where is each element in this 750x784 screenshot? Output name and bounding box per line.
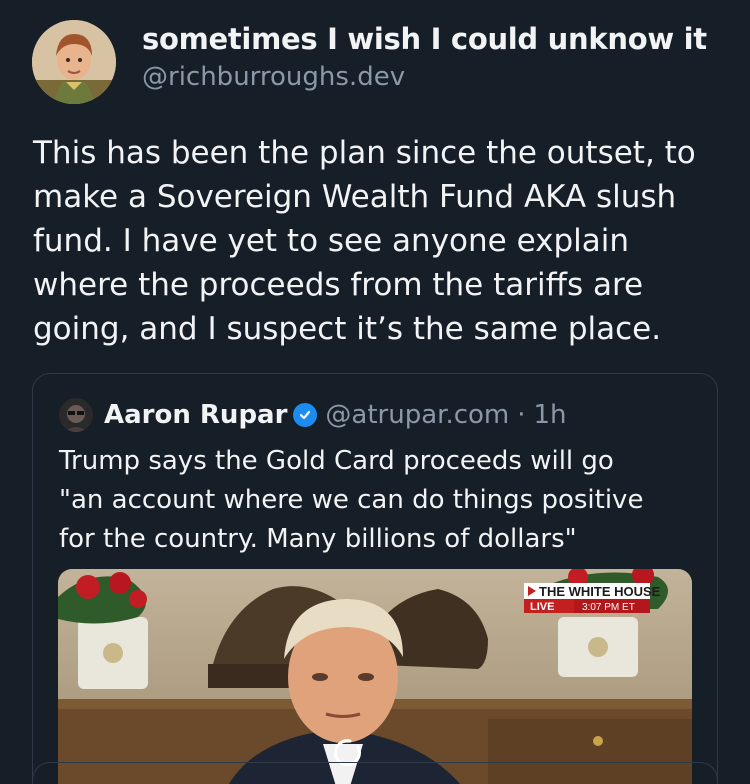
broadcast-live-bug: THE WHITE HOUSE LIVE 3:07 PM ET xyxy=(524,583,661,613)
meta-separator: · xyxy=(517,400,526,430)
quoted-post-timestamp[interactable]: 1h xyxy=(534,400,567,430)
quoted-post-header: Aaron Rupar @atrupar.com · 1h xyxy=(59,398,567,432)
quoted-video-thumbnail[interactable]: THE WHITE HOUSE LIVE 3:07 PM ET xyxy=(58,569,692,784)
quoted-author-avatar[interactable] xyxy=(59,398,93,432)
author-display-name[interactable]: sometimes I wish I could unknow it xyxy=(142,22,707,56)
channel-label: THE WHITE HOUSE xyxy=(539,584,661,599)
post: sometimes I wish I could unknow it @rich… xyxy=(0,0,750,784)
quoted-post[interactable]: Aaron Rupar @atrupar.com · 1h Trump says… xyxy=(32,373,718,784)
broadcast-time-label: 3:07 PM ET xyxy=(582,602,635,613)
post-header: sometimes I wish I could unknow it @rich… xyxy=(142,22,707,92)
author-handle[interactable]: @richburroughs.dev xyxy=(142,62,707,92)
author-avatar[interactable] xyxy=(32,20,116,104)
next-post-edge xyxy=(32,762,718,784)
post-text: This has been the plan since the outset,… xyxy=(33,135,696,347)
verified-check-icon xyxy=(293,403,318,427)
quoted-post-text: Trump says the Gold Card proceeds will g… xyxy=(59,446,644,554)
live-label: LIVE xyxy=(530,601,554,613)
quoted-author-name[interactable]: Aaron Rupar xyxy=(104,400,287,430)
quoted-author-handle[interactable]: @atrupar.com xyxy=(325,400,509,430)
